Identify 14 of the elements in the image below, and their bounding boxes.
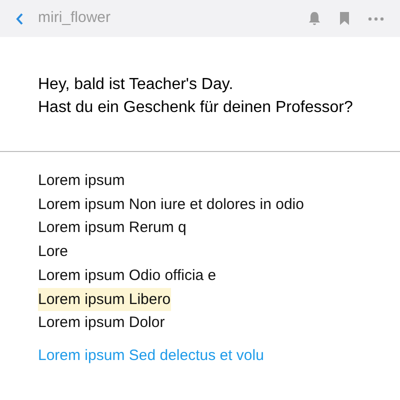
message-line: Hast du ein Geschenk für deinen Professor? [38, 98, 354, 118]
more-icon[interactable] [368, 16, 384, 20]
message-line: Hey, bald ist Teacher's Day. [38, 75, 234, 95]
bell-icon[interactable] [308, 11, 321, 26]
back-icon[interactable] [16, 12, 24, 26]
text-line: Lore [38, 242, 68, 262]
text-line: Lorem ipsum Non iure et dolores in odio [38, 194, 304, 215]
username-title: miri_flower [38, 8, 111, 28]
text-line: Lorem ipsum Dolor [38, 313, 165, 334]
bookmark-icon[interactable] [339, 11, 350, 26]
text-line: Lorem ipsum Rerum q [38, 218, 186, 238]
text-line: Lorem ipsum [38, 171, 125, 191]
link[interactable]: Lorem ipsum Sed delectus et volu [38, 344, 400, 368]
text-line: Lorem ipsum Odio officia e [38, 266, 216, 286]
